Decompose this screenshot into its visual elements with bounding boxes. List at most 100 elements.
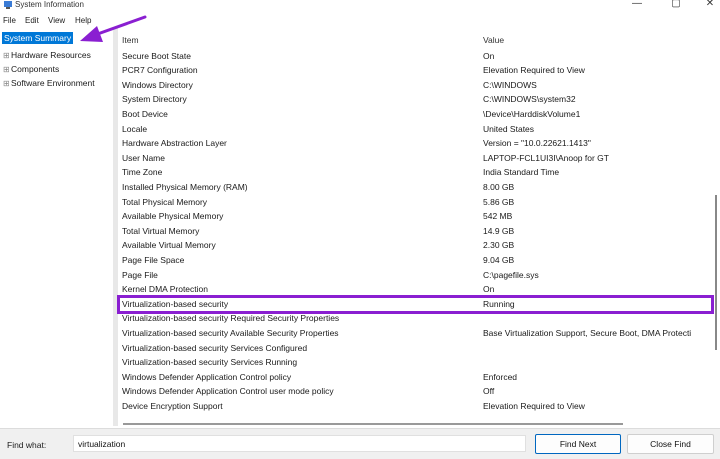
row-item: Windows Defender Application Control pol…	[122, 371, 292, 382]
menu-help[interactable]: Help	[75, 16, 91, 25]
table-row[interactable]: PCR7 Configuration Elevation Required to …	[118, 63, 712, 78]
row-value: 2.30 GB	[483, 240, 515, 251]
table-row[interactable]: Windows Defender Application Control pol…	[118, 370, 712, 385]
row-value: India Standard Time	[483, 167, 560, 178]
row-item: Device Encryption Support	[122, 400, 223, 411]
table-row[interactable]: Page File Space 9.04 GB	[118, 253, 712, 268]
system-info-icon	[4, 1, 12, 9]
row-value: C:\pagefile.sys	[483, 269, 539, 280]
row-item: Page File	[122, 269, 158, 280]
table-row[interactable]: User Name LAPTOP-FCL1UI3I\Anoop for GT	[118, 151, 712, 166]
expand-icon[interactable]: ⊞	[3, 78, 11, 90]
row-value: LAPTOP-FCL1UI3I\Anoop for GT	[483, 152, 609, 163]
row-item: Page File Space	[122, 254, 185, 265]
row-value: 14.9 GB	[483, 225, 515, 236]
table-row[interactable]: Hardware Abstraction Layer Version = "10.…	[118, 136, 712, 151]
row-item: Kernel DMA Protection	[122, 284, 208, 295]
row-item: Total Physical Memory	[122, 196, 208, 207]
row-item: Virtualization-based security Services R…	[122, 357, 298, 368]
row-value: On	[483, 284, 495, 295]
menu-view[interactable]: View	[48, 16, 65, 25]
row-item: Windows Defender Application Control use…	[122, 386, 334, 397]
row-value: Enforced	[483, 371, 518, 382]
tree-item-software-environment[interactable]: ⊞Software Environment	[3, 77, 95, 89]
row-item: Total Virtual Memory	[122, 225, 200, 236]
row-item: Virtualization-based security Available …	[122, 327, 339, 338]
table-row[interactable]: Boot Device \Device\HarddiskVolume1	[118, 107, 712, 122]
row-item: Windows Directory	[122, 79, 193, 90]
menu-file[interactable]: File	[3, 16, 16, 25]
table-row[interactable]: Page File C:\pagefile.sys	[118, 268, 712, 283]
table-row[interactable]: Time Zone India Standard Time	[118, 165, 712, 180]
row-value: \Device\HarddiskVolume1	[483, 108, 581, 119]
row-item: Virtualization-based security Services C…	[122, 342, 308, 353]
table-row[interactable]: Virtualization-based security Services C…	[118, 341, 712, 356]
row-value: 9.04 GB	[483, 254, 515, 265]
menu-bar: File Edit View Help	[0, 14, 720, 27]
table-row[interactable]: Secure Boot State On	[118, 49, 712, 64]
scroll-thumb[interactable]	[123, 423, 623, 425]
category-tree: System Summary ⊞Hardware Resources ⊞Comp…	[0, 32, 113, 426]
menu-edit[interactable]: Edit	[25, 16, 39, 25]
tree-item-label: Software Environment	[11, 78, 95, 88]
row-value: 542 MB	[483, 211, 513, 222]
row-item: Available Physical Memory	[122, 211, 224, 222]
tree-item-label: Components	[11, 64, 60, 74]
close-find-button[interactable]: Close Find	[627, 434, 714, 454]
tree-item-hardware-resources[interactable]: ⊞Hardware Resources	[3, 49, 91, 61]
column-header-value[interactable]: Value	[483, 33, 504, 47]
row-value: C:\WINDOWS	[483, 79, 537, 90]
row-value: 5.86 GB	[483, 196, 515, 207]
row-value: Elevation Required to View	[483, 65, 585, 76]
row-item: Secure Boot State	[122, 50, 191, 61]
find-input[interactable]	[73, 435, 526, 452]
expand-icon[interactable]: ⊞	[3, 50, 11, 62]
table-row[interactable]: Windows Defender Application Control use…	[118, 384, 712, 399]
tree-item-system-summary[interactable]: System Summary	[2, 32, 74, 44]
row-item: Available Virtual Memory	[122, 240, 216, 251]
vertical-scrollbar[interactable]	[712, 33, 720, 421]
details-list: Item Value Secure Boot State On PCR7 Confi…	[118, 33, 712, 419]
find-label: Find what:	[7, 440, 47, 450]
list-header: Item Value	[118, 33, 712, 48]
table-row[interactable]: Windows Directory C:\WINDOWS	[118, 78, 712, 93]
row-value: Version = "10.0.22621.1413"	[483, 138, 591, 149]
table-row[interactable]: Available Physical Memory 542 MB	[118, 209, 712, 224]
row-item: System Directory	[122, 94, 187, 105]
row-value: C:\WINDOWS\system32	[483, 94, 576, 105]
row-value: Elevation Required to View	[483, 400, 585, 411]
tree-item-label: System Summary	[4, 33, 72, 43]
table-row[interactable]: Device Encryption Support Elevation Requi…	[118, 399, 712, 414]
table-row[interactable]: Total Physical Memory 5.86 GB	[118, 195, 712, 210]
horizontal-scrollbar[interactable]	[118, 420, 712, 428]
row-value: 8.00 GB	[483, 181, 515, 192]
row-item: Locale	[122, 123, 148, 134]
table-row[interactable]: Available Virtual Memory 2.30 GB	[118, 238, 712, 253]
table-row[interactable]: Installed Physical Memory (RAM) 8.00 GB	[118, 180, 712, 195]
title-bar: System Information — ▢ ✕	[0, 0, 720, 12]
window-title: System Information	[15, 0, 84, 9]
row-value: On	[483, 50, 495, 61]
row-item: Boot Device	[122, 108, 168, 119]
row-item: PCR7 Configuration	[122, 65, 198, 76]
row-item: Installed Physical Memory (RAM)	[122, 181, 248, 192]
row-item: User Name	[122, 152, 165, 163]
row-value: United States	[483, 123, 535, 134]
table-row[interactable]: Total Virtual Memory 14.9 GB	[118, 224, 712, 239]
tree-item-components[interactable]: ⊞Components	[3, 63, 59, 75]
maximize-button[interactable]: ▢	[666, 0, 686, 10]
row-item: Time Zone	[122, 167, 163, 178]
close-button[interactable]: ✕	[700, 0, 720, 10]
column-header-item[interactable]: Item	[122, 33, 139, 47]
minimize-button[interactable]: —	[627, 0, 647, 10]
scroll-thumb[interactable]	[715, 195, 717, 350]
expand-icon[interactable]: ⊞	[3, 64, 11, 76]
find-next-button[interactable]: Find Next	[535, 434, 621, 454]
tree-item-label: Hardware Resources	[11, 50, 91, 60]
table-row[interactable]: System Directory C:\WINDOWS\system32	[118, 92, 712, 107]
table-row[interactable]: Virtualization-based security Services R…	[118, 355, 712, 370]
table-row[interactable]: Virtualization-based security Available …	[118, 326, 712, 341]
row-value: Off	[483, 386, 495, 397]
row-item: Hardware Abstraction Layer	[122, 138, 227, 149]
table-row[interactable]: Locale United States	[118, 122, 712, 137]
